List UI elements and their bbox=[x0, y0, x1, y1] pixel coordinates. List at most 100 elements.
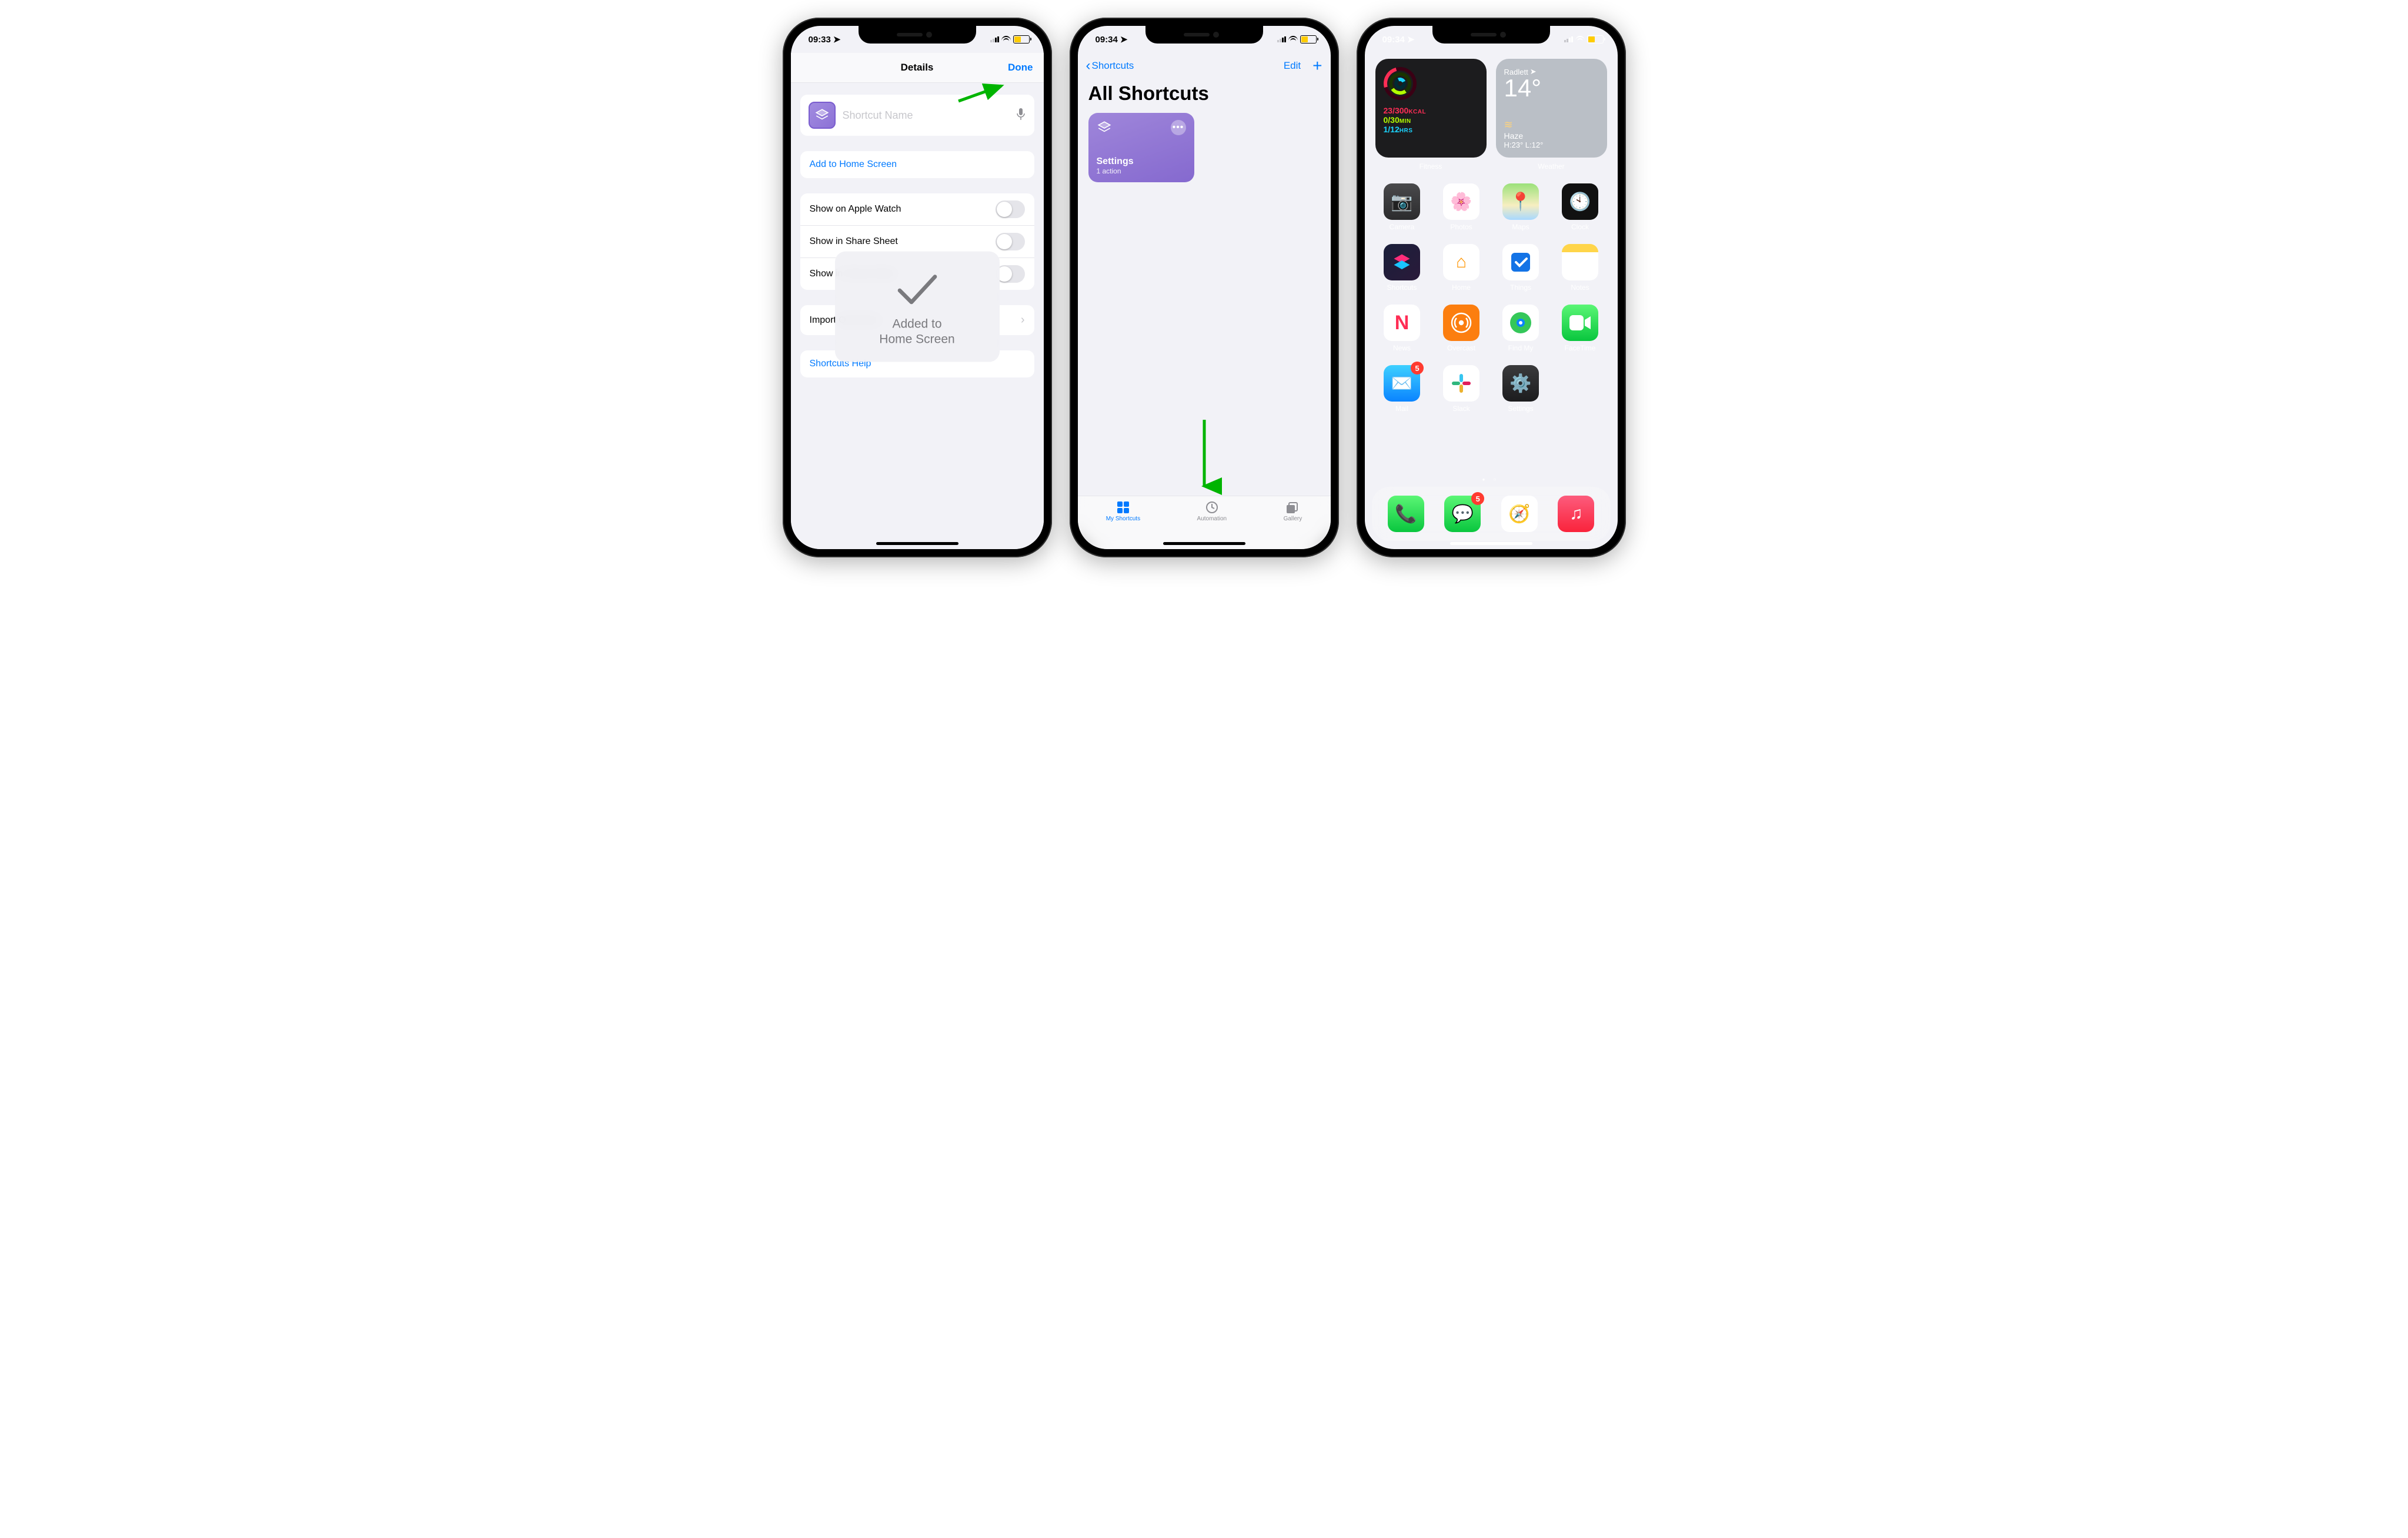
weather-condition: Haze bbox=[1504, 131, 1544, 141]
widget-label: Weather bbox=[1496, 162, 1607, 170]
status-time: 09:34 bbox=[1382, 35, 1405, 45]
app-slack[interactable]: Slack bbox=[1435, 365, 1488, 413]
facetime-icon bbox=[1562, 305, 1598, 341]
fitness-exercise: 0/30MIN bbox=[1384, 115, 1478, 125]
toggle-apple-watch[interactable]: Show on Apple Watch bbox=[800, 193, 1034, 226]
app-messages[interactable]: 💬5 bbox=[1444, 496, 1481, 532]
fitness-stand: 1/12HRS bbox=[1384, 125, 1478, 134]
wifi-icon bbox=[1575, 36, 1585, 43]
shortcuts-icon bbox=[1384, 244, 1420, 280]
location-icon: ➤ bbox=[1407, 34, 1415, 45]
app-phone[interactable]: 📞 bbox=[1388, 496, 1424, 532]
cellular-icon bbox=[1277, 36, 1286, 42]
haze-icon: ≋ bbox=[1504, 119, 1544, 131]
dictate-icon[interactable] bbox=[1016, 108, 1026, 123]
cellular-icon bbox=[1564, 36, 1573, 42]
safari-icon: 🧭 bbox=[1508, 504, 1530, 524]
fitness-move: 23/300KCAL bbox=[1384, 106, 1478, 115]
home-indicator[interactable] bbox=[1450, 542, 1532, 545]
app-shortcuts[interactable]: Shortcuts bbox=[1375, 244, 1429, 292]
more-icon[interactable]: ••• bbox=[1171, 120, 1186, 135]
status-time: 09:33 bbox=[809, 35, 831, 45]
home-indicator[interactable] bbox=[876, 542, 958, 545]
news-icon: N bbox=[1384, 305, 1420, 341]
app-settings[interactable]: ⚙️Settings bbox=[1494, 365, 1548, 413]
app-music[interactable]: ♫ bbox=[1558, 496, 1594, 532]
done-button[interactable]: Done bbox=[1008, 62, 1033, 73]
grid-icon bbox=[1116, 501, 1131, 514]
shortcut-name-field[interactable]: Shortcut Name bbox=[800, 95, 1034, 136]
app-overcast[interactable]: Overcast bbox=[1435, 305, 1488, 352]
dock: 📞 💬5 🧭 ♫ bbox=[1372, 487, 1611, 541]
app-mail[interactable]: ✉️5Mail bbox=[1375, 365, 1429, 413]
settings-icon: ⚙️ bbox=[1502, 365, 1539, 402]
weather-hilo: H:23° L:12° bbox=[1504, 141, 1544, 149]
notes-icon bbox=[1562, 244, 1598, 280]
clock-icon: 🕙 bbox=[1562, 183, 1598, 220]
battery-icon bbox=[1300, 35, 1317, 44]
shortcut-icon bbox=[1097, 120, 1112, 135]
photos-icon: 🌸 bbox=[1443, 183, 1479, 220]
add-button[interactable]: + bbox=[1312, 58, 1322, 74]
app-photos[interactable]: 🌸Photos bbox=[1435, 183, 1488, 231]
battery-icon bbox=[1013, 35, 1030, 44]
edit-button[interactable]: Edit bbox=[1284, 60, 1301, 72]
chevron-left-icon: ‹ bbox=[1086, 58, 1091, 74]
wifi-icon bbox=[1288, 36, 1298, 43]
overcast-icon bbox=[1443, 305, 1479, 341]
app-notes[interactable]: Notes bbox=[1554, 244, 1607, 292]
tab-my-shortcuts[interactable]: My Shortcuts bbox=[1106, 501, 1140, 549]
page-dots[interactable]: ● ○ bbox=[1365, 477, 1618, 482]
back-button[interactable]: ‹ Shortcuts bbox=[1086, 58, 1134, 74]
battery-icon bbox=[1587, 35, 1604, 44]
music-icon: ♫ bbox=[1569, 504, 1583, 524]
switch[interactable] bbox=[996, 200, 1025, 218]
slack-icon bbox=[1443, 365, 1479, 402]
status-time: 09:34 bbox=[1096, 35, 1118, 45]
nav-bar: Details Done bbox=[791, 53, 1044, 83]
shortcut-name-input[interactable]: Shortcut Name bbox=[843, 109, 1008, 122]
things-icon bbox=[1502, 244, 1539, 280]
tab-gallery[interactable]: Gallery bbox=[1284, 501, 1302, 549]
home-screen[interactable]: 09:34 ➤ 23/300KCAL 0/30MIN 1/12HRS Fitne… bbox=[1365, 26, 1618, 549]
shortcut-icon[interactable] bbox=[809, 102, 836, 129]
switch[interactable] bbox=[996, 265, 1025, 283]
app-maps[interactable]: 📍Maps bbox=[1494, 183, 1548, 231]
notch bbox=[1432, 26, 1550, 44]
activity-rings-icon bbox=[1384, 67, 1417, 100]
camera-icon: 📷 bbox=[1384, 183, 1420, 220]
notification-badge: 5 bbox=[1411, 362, 1424, 375]
app-camera[interactable]: 📷Camera bbox=[1375, 183, 1429, 231]
shortcut-tile-settings[interactable]: ••• Settings 1 action bbox=[1088, 113, 1194, 182]
tab-bar: My Shortcuts Automation Gallery bbox=[1078, 496, 1331, 549]
app-home[interactable]: ⌂Home bbox=[1435, 244, 1488, 292]
phone-frame-1: 09:33 ➤ Details Done Shortcut Name bbox=[783, 18, 1052, 557]
notch bbox=[1145, 26, 1263, 44]
add-to-home-screen-button[interactable]: Add to Home Screen bbox=[800, 151, 1034, 178]
maps-icon: 📍 bbox=[1502, 183, 1539, 220]
weather-widget[interactable]: Radlett ➤ 14° ≋ Haze H:23° L:12° Weather bbox=[1496, 59, 1607, 158]
home-indicator[interactable] bbox=[1163, 542, 1245, 545]
app-facetime[interactable]: FaceTime bbox=[1554, 305, 1607, 352]
mail-icon: ✉️5 bbox=[1384, 365, 1420, 402]
annotation-arrow bbox=[1195, 417, 1213, 496]
switch[interactable] bbox=[996, 233, 1025, 250]
notification-badge: 5 bbox=[1471, 492, 1484, 505]
app-clock[interactable]: 🕙Clock bbox=[1554, 183, 1607, 231]
app-findmy[interactable]: Find My bbox=[1494, 305, 1548, 352]
chevron-right-icon: › bbox=[1021, 313, 1025, 327]
app-things[interactable]: Things bbox=[1494, 244, 1548, 292]
screen-details: 09:33 ➤ Details Done Shortcut Name bbox=[791, 26, 1044, 549]
nav-title: Details bbox=[901, 62, 934, 73]
findmy-icon bbox=[1502, 305, 1539, 341]
automation-icon bbox=[1204, 501, 1220, 514]
phone-icon: 📞 bbox=[1395, 504, 1417, 524]
location-icon: ➤ bbox=[833, 34, 841, 45]
wifi-icon bbox=[1001, 36, 1011, 43]
home-icon: ⌂ bbox=[1443, 244, 1479, 280]
page-title: All Shortcuts bbox=[1078, 79, 1331, 113]
app-news[interactable]: NNews bbox=[1375, 305, 1429, 352]
phone-frame-3: 09:34 ➤ 23/300KCAL 0/30MIN 1/12HRS Fitne… bbox=[1357, 18, 1626, 557]
fitness-widget[interactable]: 23/300KCAL 0/30MIN 1/12HRS Fitness bbox=[1375, 59, 1487, 158]
app-safari[interactable]: 🧭 bbox=[1501, 496, 1538, 532]
